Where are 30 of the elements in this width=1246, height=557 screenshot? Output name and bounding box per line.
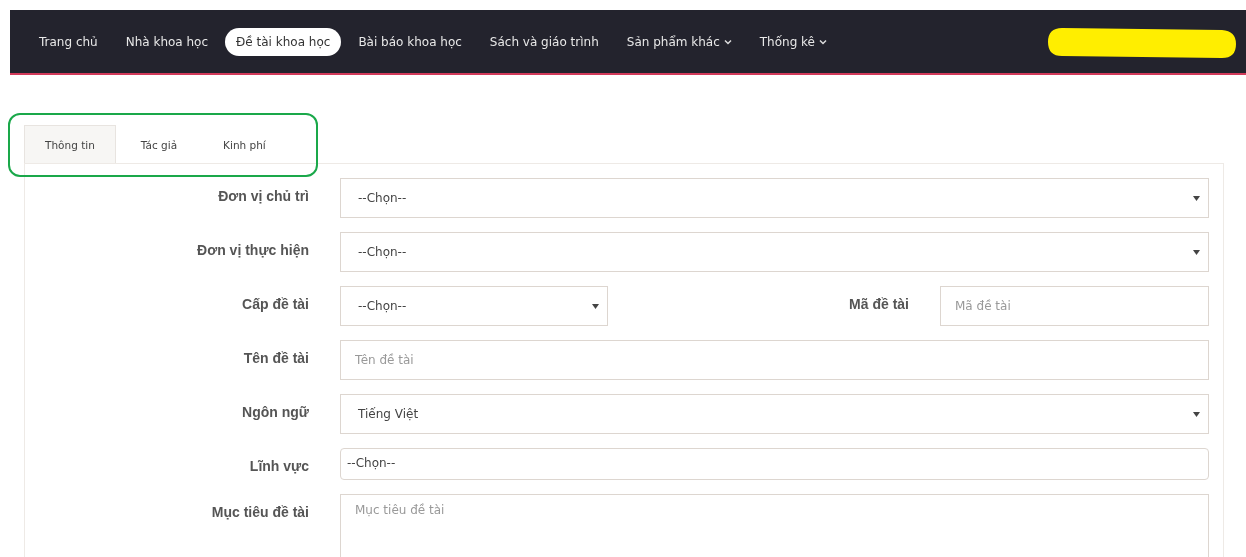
chevron-icon [818,38,827,45]
dropdown[interactable]: Tiếng Việt [340,394,1209,434]
text-area[interactable]: Mục tiêu đề tài [340,494,1209,557]
dropdown[interactable]: --Chọn-- [340,286,608,326]
text-input[interactable]: Tên đề tài [340,340,1209,380]
field-label: Cấp đề tài [241,295,309,312]
field-label: Mục tiêu đề tài [210,503,309,520]
nav-link[interactable]: Thống kê [748,27,838,56]
nav-link[interactable]: Trang chủ [28,27,109,56]
caret-icon [1193,195,1200,201]
chevron-icon [723,38,732,45]
caret-icon [1193,249,1200,255]
combo-box[interactable]: --Chọn-- [340,448,1209,480]
field-label: Lĩnh vực [248,457,309,474]
nav-link[interactable]: Sách và giáo trình [478,27,610,56]
field-label: Tên đề tài [242,349,309,366]
nav-link[interactable]: Bài báo khoa học [347,27,473,56]
text-input[interactable]: Mã đề tài [940,286,1209,326]
field-label: Đơn vị thực hiện [196,241,309,258]
field-label: Đơn vị chủ trì [217,187,309,204]
dropdown[interactable]: --Chọn-- [340,178,1209,218]
tab[interactable]: Thông tin [24,125,116,163]
dropdown[interactable]: --Chọn-- [340,232,1209,272]
caret-icon [1193,411,1200,417]
field-label: Ngôn ngữ [241,403,309,420]
nav-link[interactable]: Đề tài khoa học [225,27,342,56]
nav-link[interactable]: Nhà khoa học [114,27,220,56]
nav-link[interactable]: Sản phẩm khác [615,27,743,56]
caret-icon [592,303,599,309]
field-label: Mã đề tài [848,295,909,312]
